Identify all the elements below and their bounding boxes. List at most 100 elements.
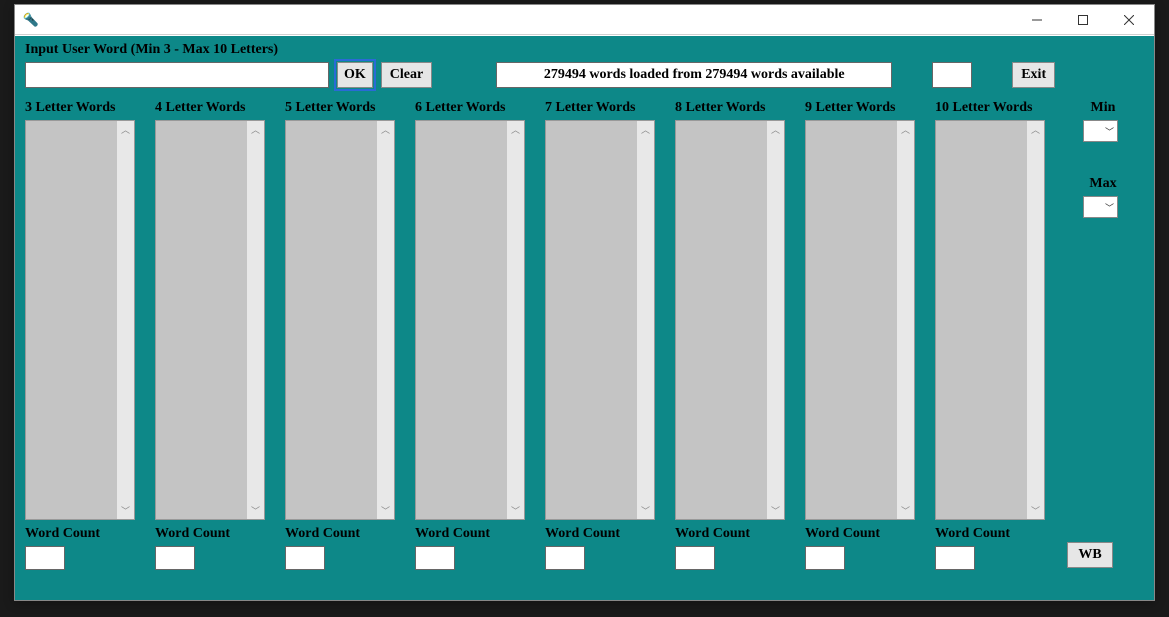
app-icon: 🔦 [23, 12, 39, 28]
scroll-down-icon[interactable]: ﹀ [377, 502, 394, 519]
word-column-3: 3 Letter Words ︿ ﹀ Word Count [25, 100, 155, 570]
word-count-label: Word Count [415, 526, 545, 542]
word-count-label: Word Count [805, 526, 935, 542]
wb-button[interactable]: WB [1067, 542, 1113, 568]
word-count-label: Word Count [285, 526, 415, 542]
word-listbox-9[interactable]: ︿ ﹀ [805, 120, 915, 520]
min-label: Min [1073, 100, 1133, 116]
maximize-button[interactable] [1060, 5, 1106, 35]
scroll-down-icon[interactable]: ﹀ [117, 502, 134, 519]
word-column-8: 8 Letter Words ︿ ﹀ Word Count [675, 100, 805, 570]
exit-button[interactable]: Exit [1012, 62, 1055, 88]
scrollbar[interactable]: ︿ ﹀ [637, 121, 654, 519]
right-panel: Min ﹀ Max ﹀ [1073, 100, 1133, 218]
word-count-label: Word Count [545, 526, 675, 542]
scroll-up-icon[interactable]: ︿ [637, 121, 654, 138]
word-count-label: Word Count [25, 526, 155, 542]
list-content [286, 121, 377, 519]
word-count-box-4[interactable] [155, 546, 195, 570]
column-header: 5 Letter Words [285, 100, 415, 116]
word-count-box-10[interactable] [935, 546, 975, 570]
scroll-down-icon[interactable]: ﹀ [247, 502, 264, 519]
word-listbox-7[interactable]: ︿ ﹀ [545, 120, 655, 520]
word-count-box-7[interactable] [545, 546, 585, 570]
word-column-9: 9 Letter Words ︿ ﹀ Word Count [805, 100, 935, 570]
list-content [806, 121, 897, 519]
column-header: 8 Letter Words [675, 100, 805, 116]
scrollbar[interactable]: ︿ ﹀ [247, 121, 264, 519]
scroll-up-icon[interactable]: ︿ [897, 121, 914, 138]
list-content [26, 121, 117, 519]
scroll-down-icon[interactable]: ﹀ [897, 502, 914, 519]
scroll-down-icon[interactable]: ﹀ [767, 502, 784, 519]
close-button[interactable] [1106, 5, 1152, 35]
scroll-up-icon[interactable]: ︿ [117, 121, 134, 138]
column-header: 7 Letter Words [545, 100, 675, 116]
list-content [676, 121, 767, 519]
word-count-box-3[interactable] [25, 546, 65, 570]
scroll-down-icon[interactable]: ﹀ [637, 502, 654, 519]
word-count-box-6[interactable] [415, 546, 455, 570]
input-label: Input User Word (Min 3 - Max 10 Letters) [25, 42, 1144, 58]
scrollbar[interactable]: ︿ ﹀ [897, 121, 914, 519]
scroll-down-icon[interactable]: ﹀ [507, 502, 524, 519]
column-header: 10 Letter Words [935, 100, 1065, 116]
minimize-button[interactable] [1014, 5, 1060, 35]
scroll-down-icon[interactable]: ﹀ [1027, 502, 1044, 519]
word-count-label: Word Count [675, 526, 805, 542]
max-dropdown[interactable]: ﹀ [1083, 196, 1118, 218]
word-column-5: 5 Letter Words ︿ ﹀ Word Count [285, 100, 415, 570]
word-column-10: 10 Letter Words ︿ ﹀ Word Count [935, 100, 1065, 570]
list-content [936, 121, 1027, 519]
status-box: 279494 words loaded from 279494 words av… [496, 62, 892, 88]
scrollbar[interactable]: ︿ ﹀ [767, 121, 784, 519]
min-group: Min ﹀ [1073, 100, 1133, 142]
scrollbar[interactable]: ︿ ﹀ [117, 121, 134, 519]
scrollbar[interactable]: ︿ ﹀ [1027, 121, 1044, 519]
word-column-4: 4 Letter Words ︿ ﹀ Word Count [155, 100, 285, 570]
word-listbox-5[interactable]: ︿ ﹀ [285, 120, 395, 520]
status-text: 279494 words loaded from 279494 words av… [544, 67, 845, 83]
titlebar: 🔦 [15, 5, 1154, 35]
client-area: Input User Word (Min 3 - Max 10 Letters)… [15, 36, 1154, 600]
chevron-down-icon: ﹀ [1105, 201, 1114, 214]
list-content [546, 121, 637, 519]
chevron-down-icon: ﹀ [1105, 125, 1114, 138]
max-label: Max [1073, 176, 1133, 192]
column-header: 6 Letter Words [415, 100, 545, 116]
word-column-6: 6 Letter Words ︿ ﹀ Word Count [415, 100, 545, 570]
column-header: 4 Letter Words [155, 100, 285, 116]
top-row: OK Clear 279494 words loaded from 279494… [25, 62, 1144, 88]
user-word-input[interactable] [25, 62, 329, 88]
word-column-7: 7 Letter Words ︿ ﹀ Word Count [545, 100, 675, 570]
app-window: 🔦 Input User Word (Min 3 - Max 10 Letter… [14, 4, 1155, 601]
scrollbar[interactable]: ︿ ﹀ [507, 121, 524, 519]
small-input[interactable] [932, 62, 972, 88]
columns-area: 3 Letter Words ︿ ﹀ Word Count 4 Letter W… [25, 100, 1144, 570]
scroll-up-icon[interactable]: ︿ [507, 121, 524, 138]
scroll-up-icon[interactable]: ︿ [247, 121, 264, 138]
word-listbox-6[interactable]: ︿ ﹀ [415, 120, 525, 520]
scroll-up-icon[interactable]: ︿ [767, 121, 784, 138]
word-listbox-10[interactable]: ︿ ﹀ [935, 120, 1045, 520]
column-header: 3 Letter Words [25, 100, 155, 116]
word-listbox-8[interactable]: ︿ ﹀ [675, 120, 785, 520]
scroll-up-icon[interactable]: ︿ [377, 121, 394, 138]
ok-button[interactable]: OK [337, 62, 373, 88]
clear-button[interactable]: Clear [381, 62, 432, 88]
scroll-up-icon[interactable]: ︿ [1027, 121, 1044, 138]
word-count-label: Word Count [155, 526, 285, 542]
word-count-box-9[interactable] [805, 546, 845, 570]
word-count-label: Word Count [935, 526, 1065, 542]
word-count-box-8[interactable] [675, 546, 715, 570]
window-controls [1014, 5, 1152, 35]
max-group: Max ﹀ [1073, 176, 1133, 218]
titlebar-left: 🔦 [23, 12, 39, 28]
outer-frame: 🔦 Input User Word (Min 3 - Max 10 Letter… [0, 0, 1169, 617]
scrollbar[interactable]: ︿ ﹀ [377, 121, 394, 519]
word-count-box-5[interactable] [285, 546, 325, 570]
word-listbox-4[interactable]: ︿ ﹀ [155, 120, 265, 520]
min-dropdown[interactable]: ﹀ [1083, 120, 1118, 142]
list-content [156, 121, 247, 519]
word-listbox-3[interactable]: ︿ ﹀ [25, 120, 135, 520]
